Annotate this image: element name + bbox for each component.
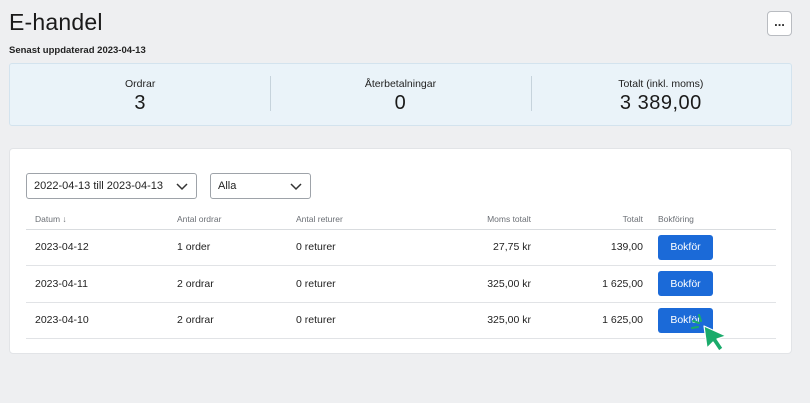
cell-date: 2023-04-12 bbox=[26, 229, 168, 266]
orders-card: 2022-04-13 till 2023-04-13 Alla Datum ↓ … bbox=[9, 148, 792, 354]
chevron-down-icon bbox=[290, 183, 302, 191]
stat-refunds-value: 0 bbox=[394, 92, 407, 114]
cell-returns: 0 returer bbox=[286, 302, 466, 339]
stat-refunds-label: Återbetalningar bbox=[364, 78, 437, 90]
book-button[interactable]: Bokför bbox=[658, 307, 713, 333]
status-filter-value: Alla bbox=[218, 180, 237, 192]
status-filter-select[interactable]: Alla bbox=[210, 173, 311, 199]
cell-vat: 27,75 kr bbox=[466, 229, 531, 266]
book-button[interactable]: Bokför bbox=[658, 234, 713, 260]
table-row: 2023-04-10 2 ordrar 0 returer 325,00 kr … bbox=[26, 302, 776, 339]
column-header-returns: Antal returer bbox=[286, 209, 466, 230]
column-header-date[interactable]: Datum ↓ bbox=[26, 209, 168, 230]
stat-total: Totalt (inkl. moms) 3 389,00 bbox=[530, 64, 791, 125]
column-header-total: Totalt bbox=[531, 209, 643, 230]
stat-orders: Ordrar 3 bbox=[10, 64, 270, 125]
cell-orders: 2 ordrar bbox=[168, 302, 286, 339]
stat-total-label: Totalt (inkl. moms) bbox=[618, 78, 704, 90]
cell-total: 1 625,00 bbox=[531, 265, 643, 303]
more-options-button[interactable]: ... bbox=[767, 11, 792, 36]
cell-orders: 2 ordrar bbox=[168, 265, 286, 303]
table-row: 2023-04-11 2 ordrar 0 returer 325,00 kr … bbox=[26, 265, 776, 303]
cell-total: 139,00 bbox=[531, 229, 643, 266]
page-title: E-handel bbox=[9, 9, 103, 35]
cell-booking: Bokför bbox=[643, 302, 776, 339]
cell-booking: Bokför bbox=[643, 265, 776, 303]
cell-date: 2023-04-10 bbox=[26, 302, 168, 339]
cell-orders: 1 order bbox=[168, 229, 286, 266]
cell-date: 2023-04-11 bbox=[26, 265, 168, 303]
stat-total-value: 3 389,00 bbox=[619, 92, 702, 114]
date-range-select[interactable]: 2022-04-13 till 2023-04-13 bbox=[26, 173, 197, 199]
last-updated-text: Senast uppdaterad 2023-04-13 bbox=[9, 45, 146, 56]
cell-returns: 0 returer bbox=[286, 229, 466, 266]
chevron-down-icon bbox=[176, 183, 188, 191]
column-header-orders: Antal ordrar bbox=[168, 209, 286, 230]
book-button[interactable]: Bokför bbox=[658, 271, 713, 297]
cell-booking: Bokför bbox=[643, 229, 776, 266]
orders-table: Datum ↓ Antal ordrar Antal returer Moms … bbox=[26, 209, 776, 339]
cell-returns: 0 returer bbox=[286, 265, 466, 303]
date-range-value: 2022-04-13 till 2023-04-13 bbox=[34, 180, 164, 192]
cell-vat: 325,00 kr bbox=[466, 302, 531, 339]
stat-refunds: Återbetalningar 0 bbox=[270, 64, 530, 125]
column-header-vat: Moms totalt bbox=[466, 209, 531, 230]
cell-vat: 325,00 kr bbox=[466, 265, 531, 303]
column-header-booking: Bokföring bbox=[643, 209, 776, 230]
stat-orders-label: Ordrar bbox=[124, 78, 156, 90]
table-header-row: Datum ↓ Antal ordrar Antal returer Moms … bbox=[26, 209, 776, 230]
cell-total: 1 625,00 bbox=[531, 302, 643, 339]
summary-stats: Ordrar 3 Återbetalningar 0 Totalt (inkl.… bbox=[9, 63, 792, 126]
stat-orders-value: 3 bbox=[134, 92, 146, 114]
table-row: 2023-04-12 1 order 0 returer 27,75 kr 13… bbox=[26, 229, 776, 266]
